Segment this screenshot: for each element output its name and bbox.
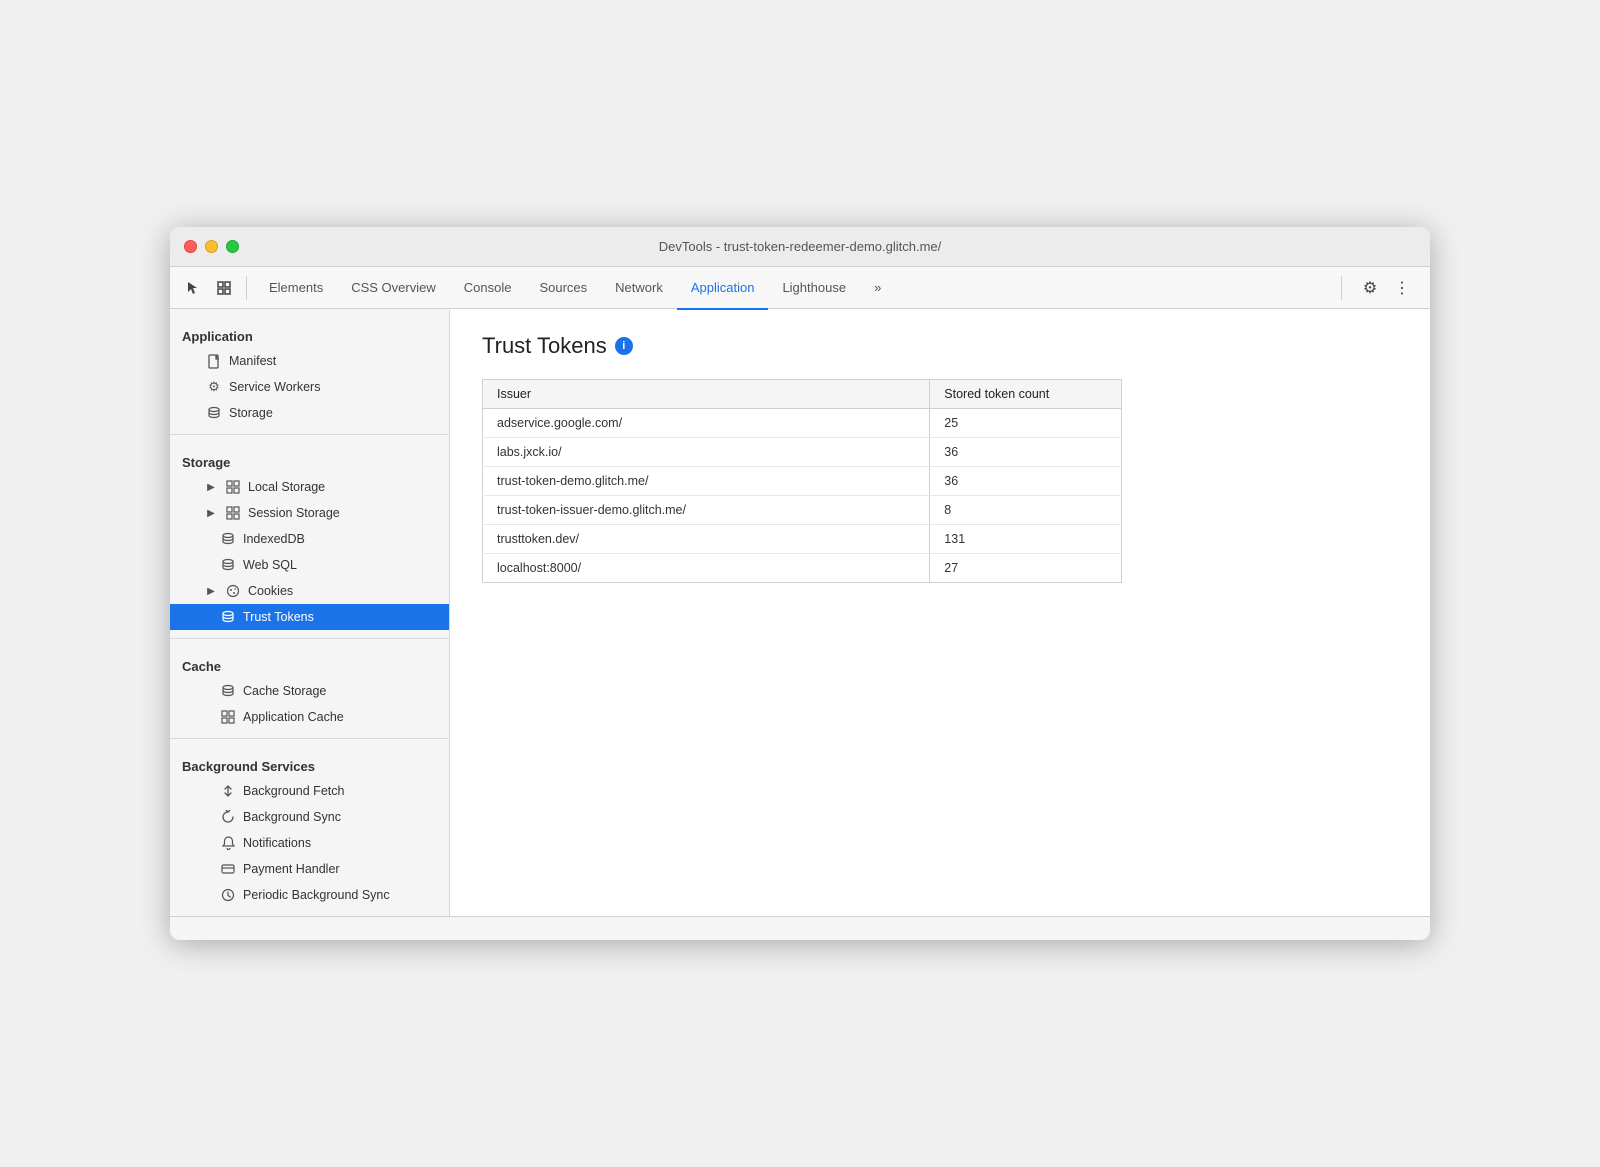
cell-issuer: localhost:8000/: [483, 554, 930, 583]
sidebar: Application Manifest ⚙ Service Workers S…: [170, 309, 450, 916]
cell-issuer: trust-token-demo.glitch.me/: [483, 467, 930, 496]
column-header-count: Stored token count: [930, 380, 1122, 409]
chevron-right-icon-3: ▶: [206, 586, 216, 596]
toolbar-right: ⚙ ⋮: [1350, 274, 1422, 302]
database-icon: [206, 405, 222, 421]
inspect-icon-button[interactable]: [210, 274, 238, 302]
cell-count: 36: [930, 438, 1122, 467]
table-row[interactable]: trust-token-issuer-demo.glitch.me/8: [483, 496, 1122, 525]
database-icon-3: [220, 557, 236, 573]
sidebar-item-local-storage[interactable]: ▶ Local Storage: [170, 474, 449, 500]
table-header-row: Issuer Stored token count: [483, 380, 1122, 409]
sidebar-item-background-fetch[interactable]: Background Fetch: [170, 778, 449, 804]
toolbar-separator: [246, 276, 247, 300]
sidebar-item-session-storage[interactable]: ▶ Session Storage: [170, 500, 449, 526]
sidebar-item-trust-tokens[interactable]: Trust Tokens: [170, 604, 449, 630]
sidebar-divider-3: [170, 738, 449, 739]
maximize-button[interactable]: [226, 240, 239, 253]
table-row[interactable]: trusttoken.dev/131: [483, 525, 1122, 554]
sidebar-section-application: Application: [170, 317, 449, 348]
window-title: DevTools - trust-token-redeemer-demo.gli…: [659, 239, 942, 254]
chevron-right-icon: ▶: [206, 482, 216, 492]
tab-css-overview[interactable]: CSS Overview: [337, 268, 450, 310]
grid-icon: [225, 479, 241, 495]
grid-icon-2: [225, 505, 241, 521]
sidebar-item-manifest[interactable]: Manifest: [170, 348, 449, 374]
sidebar-divider-1: [170, 434, 449, 435]
cell-issuer: labs.jxck.io/: [483, 438, 930, 467]
sync-icon: [220, 809, 236, 825]
manifest-icon: [206, 353, 222, 369]
sidebar-item-storage[interactable]: Storage: [170, 400, 449, 426]
sidebar-section-background: Background Services: [170, 747, 449, 778]
title-bar: DevTools - trust-token-redeemer-demo.gli…: [170, 227, 1430, 267]
column-header-issuer: Issuer: [483, 380, 930, 409]
sidebar-item-cache-storage[interactable]: Cache Storage: [170, 678, 449, 704]
content-title-row: Trust Tokens i: [482, 333, 1398, 359]
devtools-window: DevTools - trust-token-redeemer-demo.gli…: [170, 227, 1430, 940]
sidebar-item-indexeddb[interactable]: IndexedDB: [170, 526, 449, 552]
arrows-icon: [220, 783, 236, 799]
sidebar-section-cache: Cache: [170, 647, 449, 678]
sidebar-item-cookies[interactable]: ▶ Cookies: [170, 578, 449, 604]
sidebar-item-service-workers[interactable]: ⚙ Service Workers: [170, 374, 449, 400]
table-body: adservice.google.com/25labs.jxck.io/36tr…: [483, 409, 1122, 583]
sidebar-item-background-sync[interactable]: Background Sync: [170, 804, 449, 830]
gear-icon: ⚙: [206, 379, 222, 395]
cell-issuer: trusttoken.dev/: [483, 525, 930, 554]
minimize-button[interactable]: [205, 240, 218, 253]
cell-issuer: trust-token-issuer-demo.glitch.me/: [483, 496, 930, 525]
tab-application[interactable]: Application: [677, 268, 769, 310]
cell-count: 131: [930, 525, 1122, 554]
table-row[interactable]: localhost:8000/27: [483, 554, 1122, 583]
bottom-bar: [170, 916, 1430, 940]
cell-count: 8: [930, 496, 1122, 525]
cursor-icon: [184, 280, 200, 296]
info-icon-button[interactable]: i: [615, 337, 633, 355]
database-icon-2: [220, 531, 236, 547]
tab-lighthouse[interactable]: Lighthouse: [768, 268, 860, 310]
inspect-icon: [216, 280, 232, 296]
sidebar-item-notifications[interactable]: Notifications: [170, 830, 449, 856]
tab-more[interactable]: »: [860, 268, 895, 310]
card-icon: [220, 861, 236, 877]
sidebar-item-payment-handler[interactable]: Payment Handler: [170, 856, 449, 882]
cursor-icon-button[interactable]: [178, 274, 206, 302]
cell-count: 36: [930, 467, 1122, 496]
close-button[interactable]: [184, 240, 197, 253]
traffic-lights: [184, 240, 239, 253]
settings-button[interactable]: ⚙: [1356, 274, 1384, 302]
content-title: Trust Tokens: [482, 333, 607, 359]
cell-issuer: adservice.google.com/: [483, 409, 930, 438]
cell-count: 27: [930, 554, 1122, 583]
tab-console[interactable]: Console: [450, 268, 526, 310]
table-row[interactable]: labs.jxck.io/36: [483, 438, 1122, 467]
database-icon-active: [220, 609, 236, 625]
sidebar-item-web-sql[interactable]: Web SQL: [170, 552, 449, 578]
sidebar-item-application-cache[interactable]: Application Cache: [170, 704, 449, 730]
main-layout: Application Manifest ⚙ Service Workers S…: [170, 309, 1430, 916]
cell-count: 25: [930, 409, 1122, 438]
more-options-button[interactable]: ⋮: [1388, 274, 1416, 302]
tab-network[interactable]: Network: [601, 268, 677, 310]
table-row[interactable]: adservice.google.com/25: [483, 409, 1122, 438]
trust-tokens-table: Issuer Stored token count adservice.goog…: [482, 379, 1122, 583]
cookie-icon: [225, 583, 241, 599]
toolbar: Elements CSS Overview Console Sources Ne…: [170, 267, 1430, 309]
table-row[interactable]: trust-token-demo.glitch.me/36: [483, 467, 1122, 496]
content-area: Trust Tokens i Issuer Stored token count: [450, 309, 1430, 916]
tab-elements[interactable]: Elements: [255, 268, 337, 310]
toolbar-separator-2: [1341, 276, 1342, 300]
database-icon-4: [220, 683, 236, 699]
clock-icon: [220, 887, 236, 903]
sidebar-section-storage: Storage: [170, 443, 449, 474]
grid-icon-3: [220, 709, 236, 725]
bell-icon: [220, 835, 236, 851]
chevron-right-icon-2: ▶: [206, 508, 216, 518]
toolbar-tabs: Elements CSS Overview Console Sources Ne…: [255, 267, 1333, 309]
sidebar-item-periodic-background-sync[interactable]: Periodic Background Sync: [170, 882, 449, 908]
tab-sources[interactable]: Sources: [525, 268, 601, 310]
sidebar-divider-2: [170, 638, 449, 639]
